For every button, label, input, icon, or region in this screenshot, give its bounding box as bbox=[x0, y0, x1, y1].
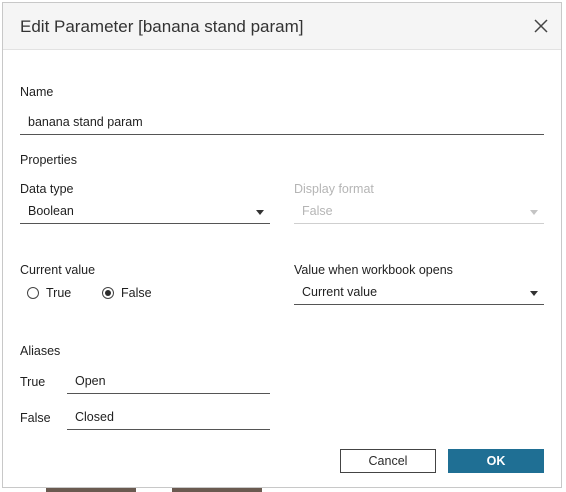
chevron-down-icon bbox=[530, 291, 538, 296]
chevron-down-icon bbox=[256, 210, 264, 215]
data-type-select[interactable]: Boolean bbox=[20, 200, 270, 224]
display-format-select: False bbox=[294, 200, 544, 224]
alias-key-false: False bbox=[20, 411, 51, 425]
workbook-opens-label: Value when workbook opens bbox=[294, 263, 453, 277]
display-format-label: Display format bbox=[294, 182, 374, 196]
workbook-opens-select[interactable]: Current value bbox=[294, 281, 544, 305]
dialog-header: Edit Parameter [banana stand param] bbox=[3, 3, 561, 50]
cancel-button[interactable]: Cancel bbox=[340, 449, 436, 473]
close-icon[interactable] bbox=[531, 16, 551, 36]
alias-key-true: True bbox=[20, 375, 46, 389]
ok-button[interactable]: OK bbox=[448, 449, 544, 473]
alias-input-true[interactable]: Open bbox=[67, 370, 270, 394]
radio-false[interactable] bbox=[102, 287, 114, 299]
name-label: Name bbox=[20, 85, 54, 99]
edit-parameter-dialog: Edit Parameter [banana stand param] Name… bbox=[2, 2, 562, 488]
workbook-opens-value: Current value bbox=[302, 285, 378, 299]
chevron-down-icon bbox=[530, 210, 538, 215]
properties-label: Properties bbox=[20, 153, 77, 167]
dialog-title: Edit Parameter [banana stand param] bbox=[20, 17, 304, 36]
current-value-label: Current value bbox=[20, 263, 96, 277]
radio-false-label[interactable]: False bbox=[121, 286, 152, 300]
background-photo-strip bbox=[46, 488, 136, 492]
background-photo-strip bbox=[172, 488, 262, 492]
name-input[interactable]: banana stand param bbox=[20, 111, 544, 135]
name-input-value: banana stand param bbox=[28, 115, 143, 129]
aliases-label: Aliases bbox=[20, 344, 61, 358]
page: Edit Parameter [banana stand param] Name… bbox=[0, 0, 566, 492]
alias-value-false: Closed bbox=[75, 410, 114, 424]
alias-value-true: Open bbox=[75, 374, 106, 388]
radio-true[interactable] bbox=[27, 287, 39, 299]
data-type-label: Data type bbox=[20, 182, 74, 196]
display-format-value: False bbox=[302, 204, 333, 218]
radio-true-label[interactable]: True bbox=[46, 286, 71, 300]
data-type-value: Boolean bbox=[28, 204, 74, 218]
radio-selected-dot bbox=[105, 290, 111, 296]
alias-input-false[interactable]: Closed bbox=[67, 406, 270, 430]
